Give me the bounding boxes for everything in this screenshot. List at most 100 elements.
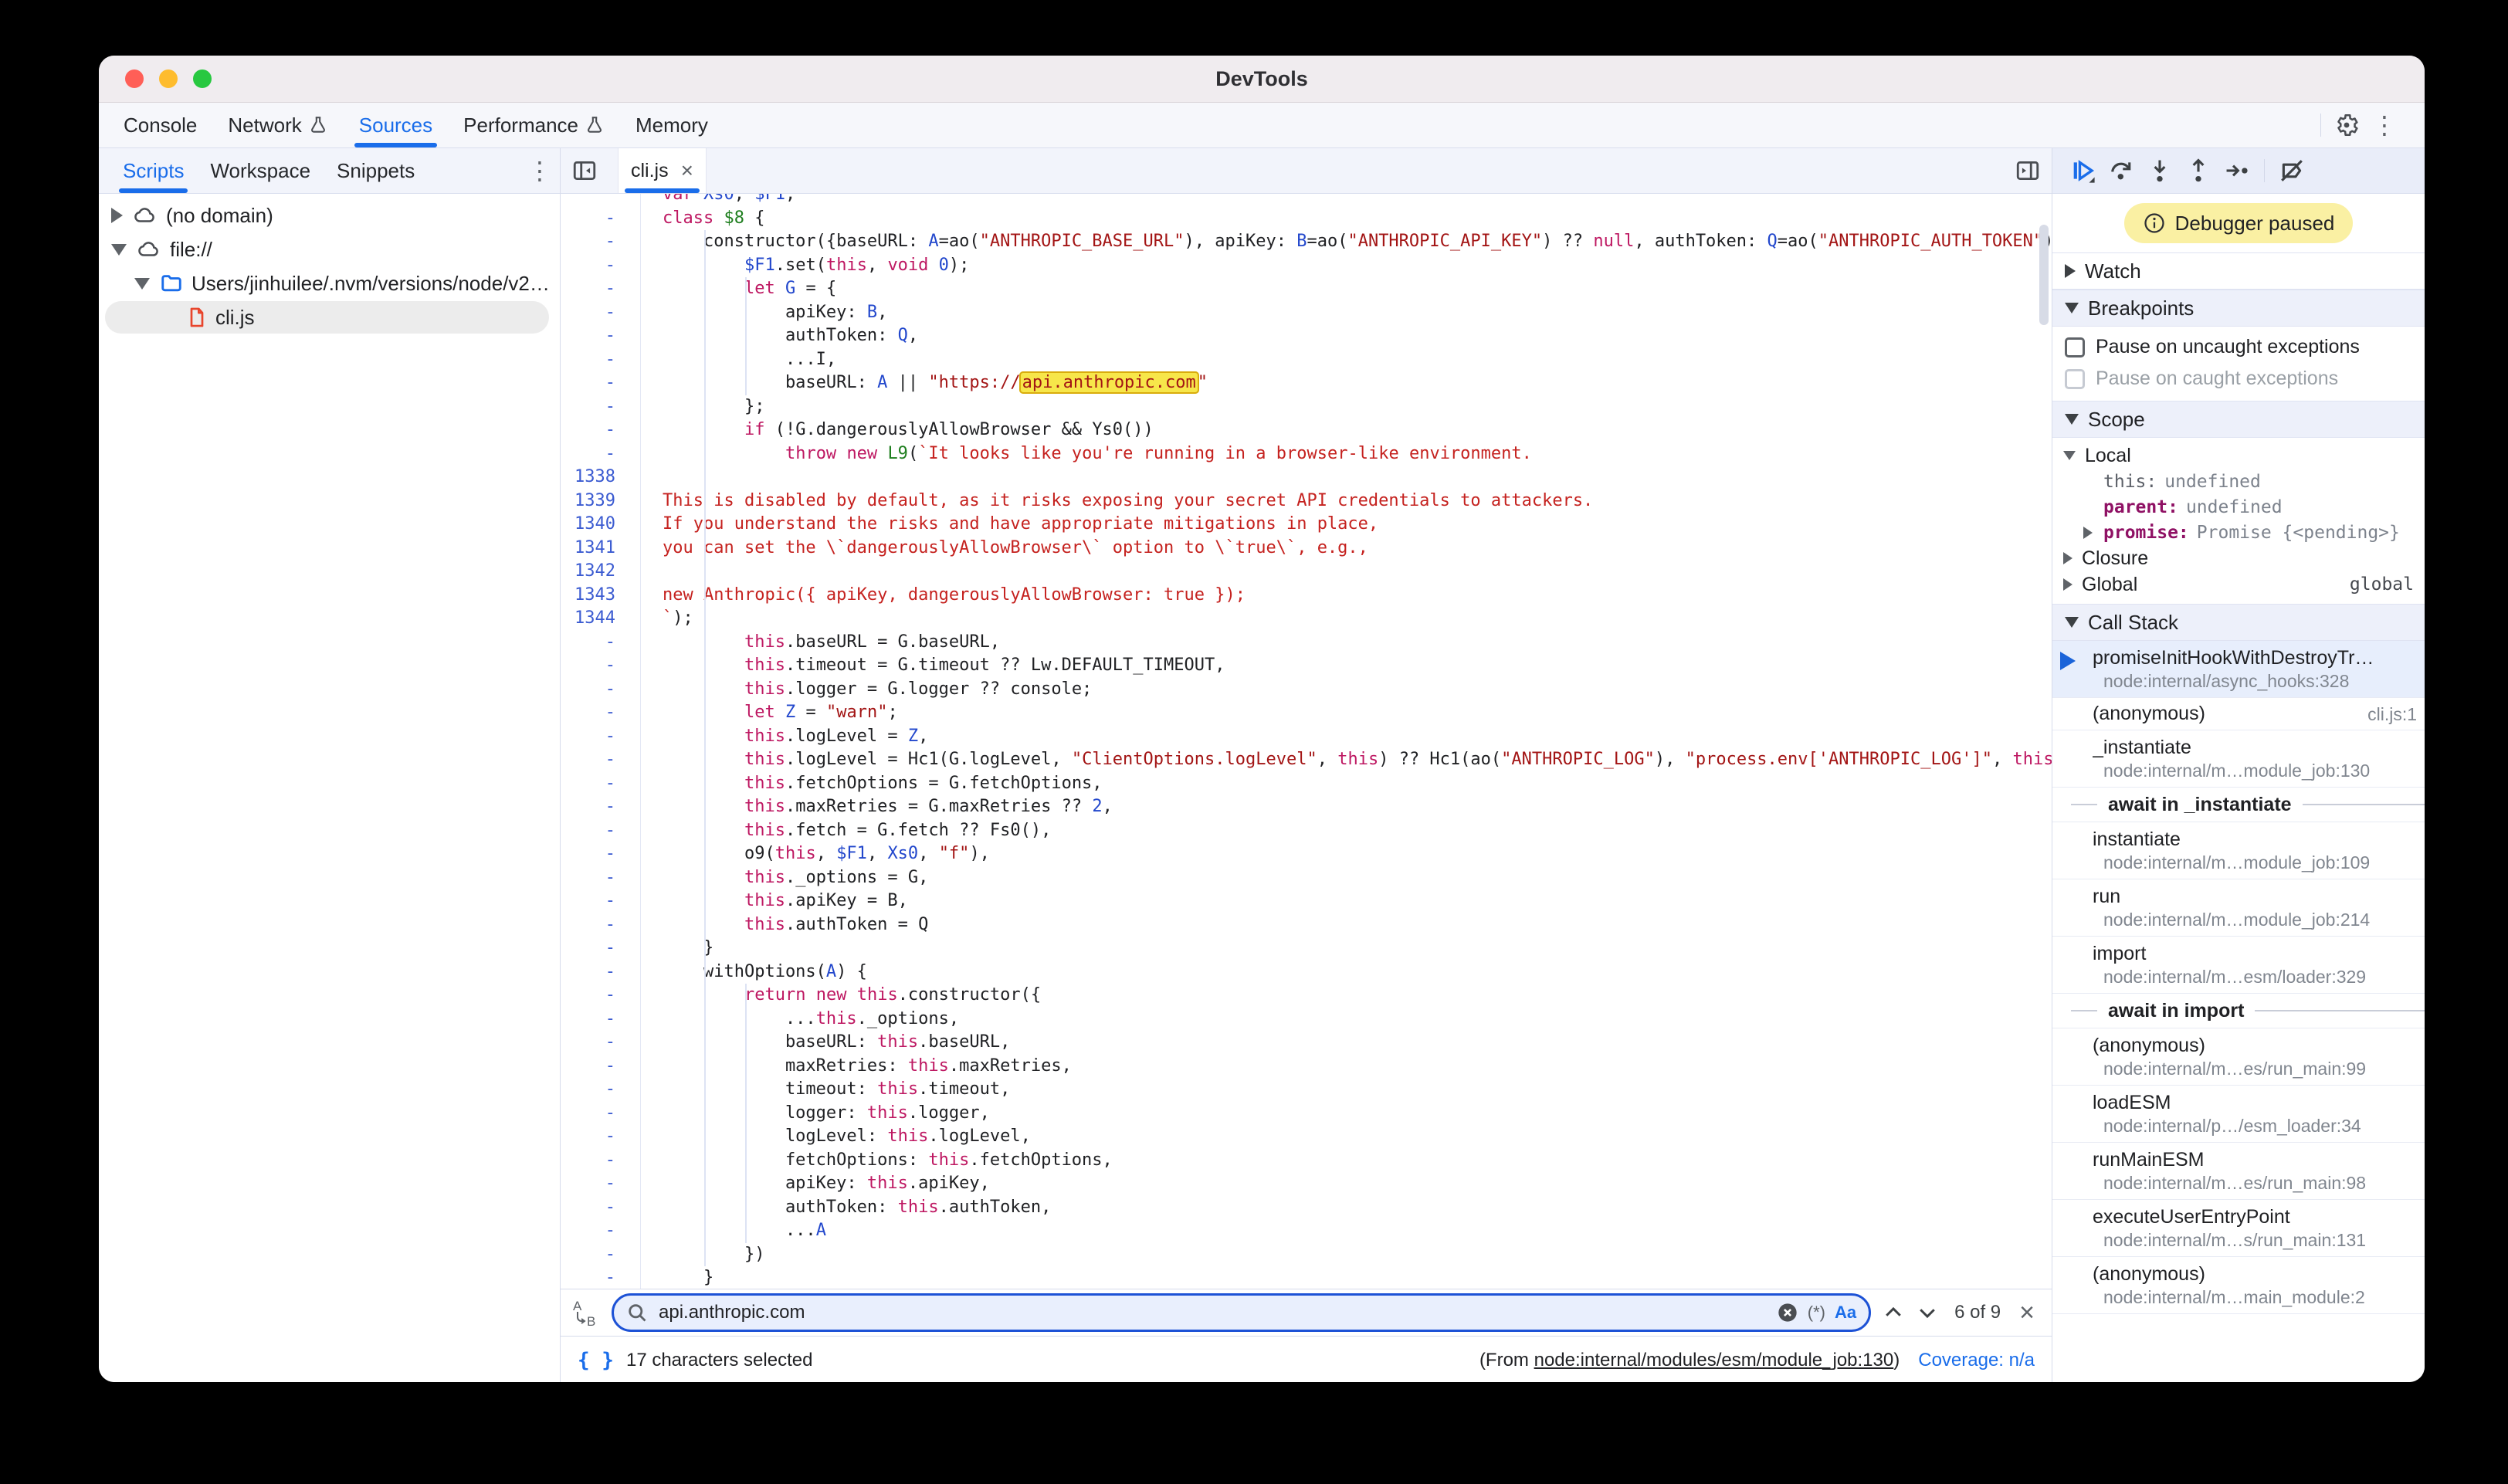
chevron-down-icon[interactable] xyxy=(111,244,127,256)
gutter-marker[interactable]: - xyxy=(561,842,641,866)
gutter-marker[interactable]: - xyxy=(561,1078,641,1102)
toggle-sidebar-icon[interactable] xyxy=(2015,158,2041,184)
code-line[interactable]: - o9(this, $F1, Xs0, "f"), xyxy=(561,842,2052,866)
gutter-marker[interactable]: - xyxy=(561,418,641,442)
gutter-marker[interactable]: - xyxy=(561,631,641,655)
code-line-text[interactable]: apiKey: B, xyxy=(641,301,887,325)
code-line-text[interactable]: new Anthropic({ apiKey, dangerouslyAllow… xyxy=(641,584,1246,608)
gutter-marker[interactable]: - xyxy=(561,701,641,725)
code-line-text[interactable]: logLevel: this.logLevel, xyxy=(641,1125,1031,1149)
chevron-right-icon[interactable] xyxy=(2063,552,2072,564)
gutter-marker[interactable]: - xyxy=(561,395,641,419)
code-line[interactable]: - if (!G.dangerouslyAllowBrowser && Ys0(… xyxy=(561,418,2052,442)
code-line[interactable]: - baseURL: A || "https://api.anthropic.c… xyxy=(561,371,2052,395)
code-line[interactable]: - this._options = G, xyxy=(561,866,2052,890)
tree-item--no-domain-[interactable]: (no domain) xyxy=(99,198,560,232)
deactivate-breakpoints-icon[interactable] xyxy=(2274,153,2310,188)
code-line-text[interactable]: you can set the \`dangerouslyAllowBrowse… xyxy=(641,537,1368,561)
code-line[interactable]: - return new this.constructor({ xyxy=(561,984,2052,1008)
code-line-text[interactable]: } xyxy=(641,1266,713,1289)
code-line-text[interactable]: this.timeout = G.timeout ?? Lw.DEFAULT_T… xyxy=(641,654,1225,678)
editor-scrollbar[interactable] xyxy=(2039,225,2049,325)
code-line[interactable]: - timeout: this.timeout, xyxy=(561,1078,2052,1102)
replace-toggle-icon[interactable]: A B xyxy=(568,1296,601,1329)
navigator-tab-snippets[interactable]: Snippets xyxy=(324,148,428,193)
tab-network[interactable]: Network xyxy=(212,103,343,147)
tab-cli-js[interactable]: cli.js × xyxy=(618,148,707,193)
more-options-icon[interactable]: ⋮ xyxy=(2360,110,2409,140)
code-line-text[interactable]: $F1.set(this, void 0); xyxy=(641,254,969,278)
code-line[interactable]: 1341you can set the \`dangerouslyAllowBr… xyxy=(561,537,2052,561)
gutter-marker[interactable]: - xyxy=(561,984,641,1008)
gutter-marker[interactable]: - xyxy=(561,277,641,301)
code-line[interactable]: - this.baseURL = G.baseURL, xyxy=(561,631,2052,655)
gutter-marker[interactable]: - xyxy=(561,748,641,772)
gutter-marker[interactable]: - xyxy=(561,1243,641,1267)
code-editor[interactable]: var Xs0, $F1;-class $8 {- constructor({b… xyxy=(561,194,2052,1289)
code-line[interactable]: - let Z = "warn"; xyxy=(561,701,2052,725)
call-stack-frame[interactable]: (anonymous)node:internal/m…es/run_main:9… xyxy=(2052,1028,2425,1086)
gutter-marker[interactable]: - xyxy=(561,678,641,702)
code-line[interactable]: var Xs0, $F1; xyxy=(561,194,2052,207)
scope-property-parent[interactable]: parent:undefined xyxy=(2052,494,2425,520)
close-find-bar-icon[interactable]: × xyxy=(2016,1299,2038,1326)
call-stack-frame[interactable]: (anonymous)cli.js:1 xyxy=(2052,698,2425,730)
scope-property-promise[interactable]: promise:Promise {<pending>} xyxy=(2052,520,2425,545)
code-line[interactable]: - constructor({baseURL: A=ao("ANTHROPIC_… xyxy=(561,230,2052,254)
gutter-marker[interactable]: - xyxy=(561,1008,641,1032)
section-breakpoints[interactable]: Breakpoints xyxy=(2052,290,2425,327)
close-tab-icon[interactable]: × xyxy=(681,160,693,181)
resume-script-icon[interactable] xyxy=(2065,153,2100,188)
code-line-text[interactable]: constructor({baseURL: A=ao("ANTHROPIC_BA… xyxy=(641,230,2052,254)
gutter-marker[interactable]: - xyxy=(561,725,641,749)
code-line-text[interactable]: ...this._options, xyxy=(641,1008,959,1032)
code-line[interactable]: -class $8 { xyxy=(561,207,2052,231)
code-line-text[interactable]: let Z = "warn"; xyxy=(641,701,898,725)
call-stack-frame[interactable]: runnode:internal/m…module_job:214 xyxy=(2052,879,2425,937)
gutter-marker[interactable]: 1341 xyxy=(561,537,641,561)
code-line-text[interactable]: this.logger = G.logger ?? console; xyxy=(641,678,1092,702)
code-line-text[interactable]: baseURL: A || "https://api.anthropic.com… xyxy=(641,371,1208,395)
code-line-text[interactable]: this._options = G, xyxy=(641,866,928,890)
code-line-text[interactable]: timeout: this.timeout, xyxy=(641,1078,1010,1102)
code-line[interactable]: - this.logLevel = Hc1(G.logLevel, "Clien… xyxy=(561,748,2052,772)
gutter-marker[interactable]: - xyxy=(561,442,641,466)
gutter-marker[interactable]: - xyxy=(561,301,641,325)
code-line-text[interactable]: let G = { xyxy=(641,277,836,301)
code-line[interactable]: - this.authToken = Q xyxy=(561,913,2052,937)
code-line-text[interactable]: This is disabled by default, as it risks… xyxy=(641,490,1593,513)
tab-performance[interactable]: Performance xyxy=(448,103,620,147)
gutter-marker[interactable]: - xyxy=(561,324,641,348)
settings-icon[interactable] xyxy=(2333,112,2360,138)
code-line[interactable]: - this.maxRetries = G.maxRetries ?? 2, xyxy=(561,795,2052,819)
section-watch[interactable]: Watch xyxy=(2052,252,2425,290)
code-line-text[interactable]: ...A xyxy=(641,1219,826,1243)
chevron-down-icon[interactable] xyxy=(134,278,150,290)
tab-sources[interactable]: Sources xyxy=(344,103,448,147)
code-line-text[interactable]: } xyxy=(641,937,713,961)
code-line-text[interactable]: authToken: this.authToken, xyxy=(641,1196,1051,1220)
gutter-marker[interactable]: - xyxy=(561,1266,641,1289)
code-line-text[interactable]: apiKey: this.apiKey, xyxy=(641,1172,990,1196)
gutter-marker[interactable]: - xyxy=(561,795,641,819)
code-line[interactable]: 1338 xyxy=(561,466,2052,490)
code-line[interactable]: - }) xyxy=(561,1243,2052,1267)
scope-group-global[interactable]: Globalglobal xyxy=(2052,571,2425,598)
gutter-marker[interactable]: - xyxy=(561,254,641,278)
chevron-right-icon[interactable] xyxy=(111,208,123,223)
breakpoint-option[interactable]: Pause on uncaught exceptions xyxy=(2065,336,2425,358)
clear-search-icon[interactable] xyxy=(1777,1302,1798,1323)
code-line-text[interactable]: this.logLevel = Z, xyxy=(641,725,928,749)
search-input[interactable] xyxy=(657,1301,1767,1324)
code-line[interactable]: - this.apiKey = B, xyxy=(561,889,2052,913)
pretty-print-icon[interactable]: { } xyxy=(578,1349,614,1372)
step-icon[interactable] xyxy=(2219,153,2255,188)
gutter-marker[interactable]: - xyxy=(561,207,641,231)
section-scope[interactable]: Scope xyxy=(2052,401,2425,438)
code-line[interactable]: - this.logLevel = Z, xyxy=(561,725,2052,749)
code-line[interactable]: - }; xyxy=(561,395,2052,419)
call-stack-frame[interactable]: instantiatenode:internal/m…module_job:10… xyxy=(2052,822,2425,879)
code-line-text[interactable]: `); xyxy=(641,607,693,631)
code-line[interactable]: - logger: this.logger, xyxy=(561,1102,2052,1126)
code-line[interactable]: - this.fetch = G.fetch ?? Fs0(), xyxy=(561,819,2052,843)
